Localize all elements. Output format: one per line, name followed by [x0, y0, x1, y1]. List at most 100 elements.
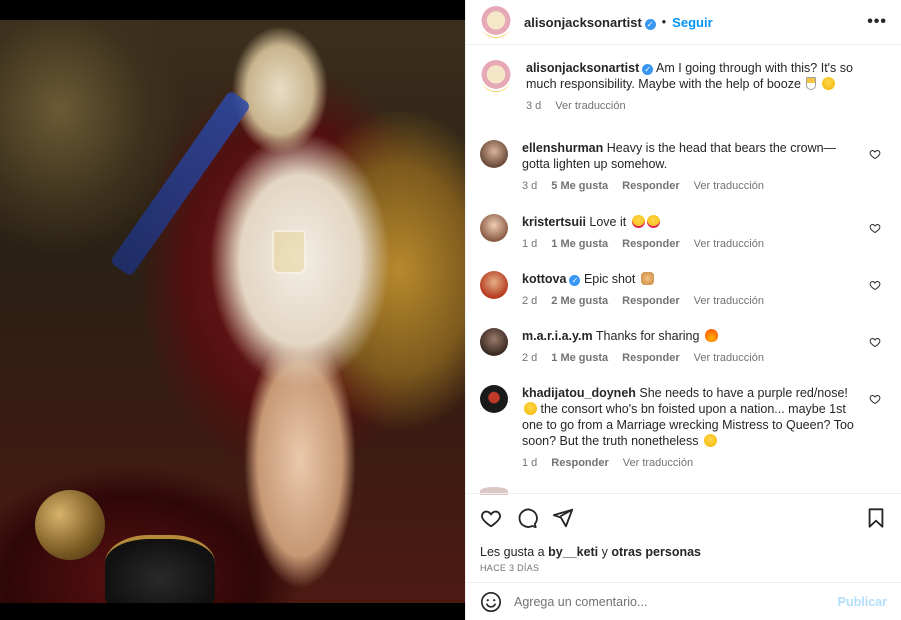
comment-body: khadijatou_doyneh She needs to have a pu…	[522, 385, 887, 471]
caption-body: alisonjacksonartist ✓ Am I going through …	[526, 60, 887, 132]
separator-dot: •	[661, 15, 667, 29]
laughing-emoji-icon	[524, 402, 537, 415]
translate-link[interactable]: Ver traducción	[694, 178, 764, 194]
comment-body: m.a.r.i.a.y.m Thanks for sharing 2 d 1 M…	[522, 328, 887, 366]
heart-eyes-emoji-icon	[646, 215, 660, 228]
comment-body: ellenshurman Heavy is the head that bear…	[522, 140, 887, 194]
comment-text-continued: the consort who's bn foisted upon a nati…	[522, 402, 854, 448]
post-actions: Les gusta a by__keti y otras personas HA…	[466, 493, 901, 581]
post-media[interactable]	[0, 0, 465, 620]
reply-button[interactable]: Responder	[622, 350, 679, 366]
author-username[interactable]: alisonjacksonartist ✓	[524, 15, 656, 30]
verified-badge-icon: ✓	[569, 275, 581, 286]
post-sidebar: alisonjacksonartist ✓ • Seguir ••• alison…	[465, 0, 901, 620]
commenter-avatar[interactable]	[480, 385, 508, 413]
caption-avatar[interactable]	[480, 60, 512, 92]
reply-button[interactable]: Responder	[622, 293, 679, 309]
emoji-picker-icon[interactable]	[480, 591, 502, 613]
comment-age[interactable]: 2 d	[522, 350, 537, 366]
share-paper-plane-icon[interactable]	[552, 507, 574, 529]
more-options-icon[interactable]: •••	[867, 13, 887, 31]
post-timestamp[interactable]: HACE 3 DÍAS	[480, 563, 887, 573]
comment-age[interactable]: 1 d	[522, 236, 537, 252]
reply-button[interactable]: Responder	[551, 455, 608, 471]
laughing-emoji-icon	[704, 434, 717, 447]
comment-age[interactable]: 3 d	[522, 178, 537, 194]
like-comment-heart-icon[interactable]	[869, 279, 881, 291]
comment-text: She needs to have a purple red/nose!	[639, 386, 848, 400]
like-comment-heart-icon[interactable]	[869, 336, 881, 348]
caption-username[interactable]: alisonjacksonartist ✓	[526, 61, 654, 75]
post-photo[interactable]	[0, 20, 465, 603]
likes-prefix: Les gusta a	[480, 545, 545, 559]
comment-likes[interactable]: 5 Me gusta	[551, 178, 608, 194]
comment-item: kottova ✓ Epic shot 2 d 2 Me gusta Respon…	[480, 271, 887, 309]
author-avatar[interactable]	[480, 6, 512, 38]
like-comment-heart-icon[interactable]	[869, 393, 881, 405]
raised-hands-emoji-icon	[640, 272, 654, 285]
like-comment-heart-icon[interactable]	[869, 222, 881, 234]
likes-conj: y	[601, 545, 608, 559]
likes-summary: Les gusta a by__keti y otras personas	[480, 545, 887, 559]
comment-likes[interactable]: 2 Me gusta	[551, 293, 608, 309]
comment-username[interactable]: m.a.r.i.a.y.m	[522, 329, 593, 343]
action-icons	[480, 506, 887, 530]
comment-text: Love it	[589, 215, 627, 229]
caption-age[interactable]: 3 d	[526, 98, 541, 114]
comment-text: Epic shot	[583, 272, 636, 286]
comment-meta: 2 d 1 Me gusta Responder Ver traducción	[522, 350, 861, 366]
comment-meta: 1 d Responder Ver traducción	[522, 455, 861, 471]
comment-item: ellenshurman Heavy is the head that bear…	[480, 140, 887, 194]
comment-bubble-icon[interactable]	[516, 507, 538, 529]
photo-orb	[35, 490, 105, 560]
reply-button[interactable]: Responder	[622, 178, 679, 194]
fire-emoji-icon	[704, 329, 718, 342]
translate-link[interactable]: Ver traducción	[694, 236, 764, 252]
comment-input[interactable]	[514, 594, 838, 609]
translate-link[interactable]: Ver traducción	[623, 455, 693, 471]
comment-likes[interactable]: 1 Me gusta	[551, 236, 608, 252]
comment-username[interactable]: kottova ✓	[522, 272, 581, 286]
commenter-avatar[interactable]	[480, 214, 508, 242]
post-header: alisonjacksonartist ✓ • Seguir •••	[466, 0, 901, 45]
reply-button[interactable]: Responder	[622, 236, 679, 252]
comment-likes[interactable]: 1 Me gusta	[551, 350, 608, 366]
verified-badge-icon: ✓	[642, 64, 654, 75]
comment-item: kristertsuii Love it 1 d 1 Me gusta Resp…	[480, 214, 887, 252]
caption-translate-link[interactable]: Ver traducción	[555, 98, 625, 114]
save-bookmark-icon[interactable]	[865, 507, 887, 529]
follow-button[interactable]: Seguir	[672, 15, 712, 30]
post-modal: alisonjacksonartist ✓ • Seguir ••• alison…	[0, 0, 901, 620]
comment-item: m.a.r.i.a.y.m Thanks for sharing 2 d 1 M…	[480, 328, 887, 366]
like-heart-icon[interactable]	[480, 507, 502, 529]
commenter-avatar[interactable]	[480, 271, 508, 299]
caption-meta: 3 d Ver traducción	[526, 98, 861, 114]
comment-username[interactable]: khadijatou_doyneh	[522, 386, 636, 400]
comment-age[interactable]: 2 d	[522, 293, 537, 309]
comment-item: khadijatou_doyneh She needs to have a pu…	[480, 385, 887, 471]
likes-user-link[interactable]: by__keti	[548, 545, 598, 559]
photo-glass	[272, 230, 306, 274]
laughing-emoji-icon	[821, 77, 835, 90]
add-comment-bar: Publicar	[466, 582, 901, 620]
commenter-avatar[interactable]	[480, 140, 508, 168]
like-comment-heart-icon[interactable]	[869, 148, 881, 160]
heart-eyes-emoji-icon	[631, 215, 645, 228]
comment-body: kristertsuii Love it 1 d 1 Me gusta Resp…	[522, 214, 887, 252]
comment-text: Thanks for sharing	[595, 329, 700, 343]
comments-list[interactable]: alisonjacksonartist ✓ Am I going through …	[466, 46, 901, 492]
translate-link[interactable]: Ver traducción	[694, 350, 764, 366]
photo-crown	[105, 535, 215, 603]
likes-others-link[interactable]: otras personas	[611, 545, 701, 559]
comment-meta: 3 d 5 Me gusta Responder Ver traducción	[522, 178, 861, 194]
comment-username[interactable]: ellenshurman	[522, 141, 603, 155]
comment-username[interactable]: kristertsuii	[522, 215, 586, 229]
comment-meta: 1 d 1 Me gusta Responder Ver traducción	[522, 236, 861, 252]
cocktail-emoji-icon	[806, 77, 817, 90]
caption: alisonjacksonartist ✓ Am I going through …	[480, 60, 887, 132]
post-comment-button[interactable]: Publicar	[838, 595, 887, 609]
translate-link[interactable]: Ver traducción	[694, 293, 764, 309]
comment-meta: 2 d 2 Me gusta Responder Ver traducción	[522, 293, 861, 309]
commenter-avatar[interactable]	[480, 328, 508, 356]
comment-age[interactable]: 1 d	[522, 455, 537, 471]
